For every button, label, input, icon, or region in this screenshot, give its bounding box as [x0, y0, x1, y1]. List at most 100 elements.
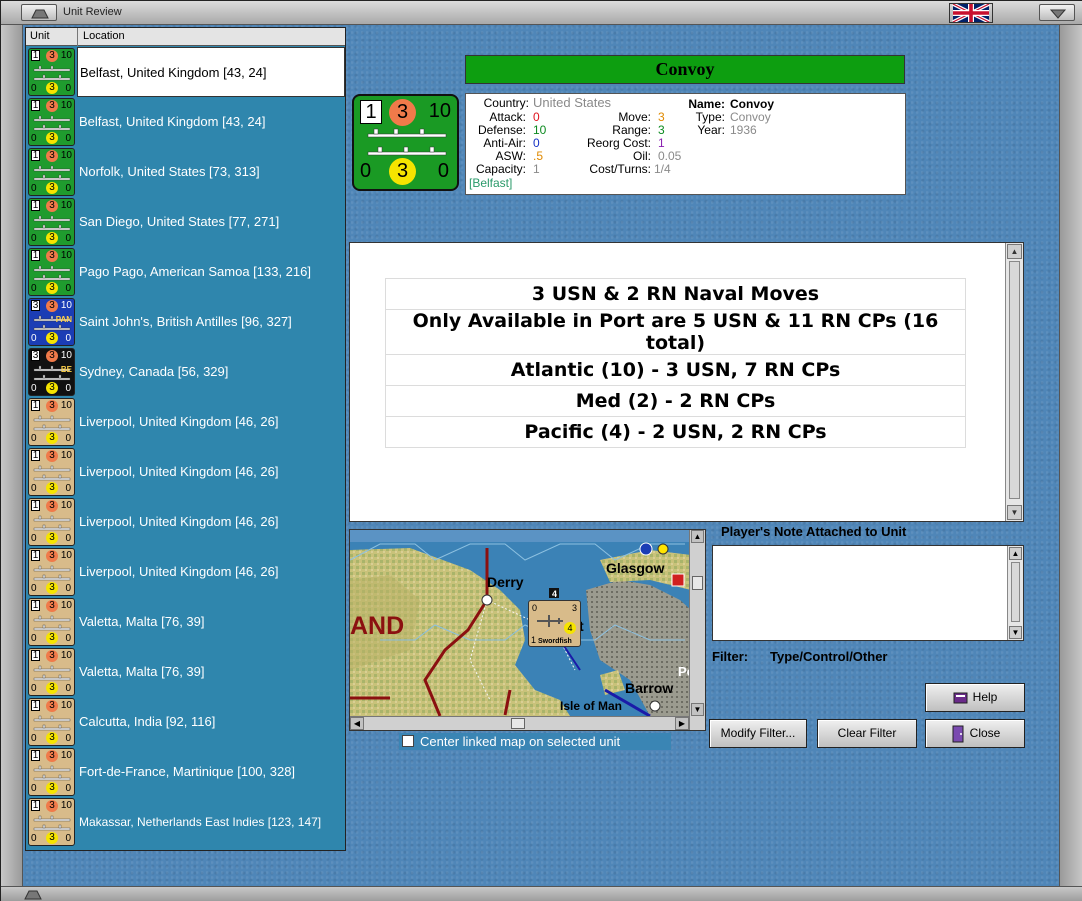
unit-location: Belfast, United Kingdom [43, 24]	[79, 114, 266, 129]
counter-value: 3	[46, 732, 58, 744]
map-unit-counter-swordfish[interactable]: 0 3 4 1 Swordfish	[528, 600, 581, 647]
counter-value: 3	[46, 300, 58, 312]
map-vertical-scrollbar[interactable]: ▲ ▼	[689, 530, 705, 730]
label-type: Type:	[695, 110, 725, 124]
checkbox-label[interactable]: Center linked map on selected unit	[420, 734, 620, 749]
unit-counter: 1 3 10 0 3 0	[28, 798, 75, 846]
unit-notes-panel[interactable]: 3 USN & 2 RN Naval Moves Only Available …	[349, 242, 1024, 522]
counter-value: 10	[60, 600, 72, 611]
counter-value: 1	[31, 250, 40, 261]
unit-list-row[interactable]: 1 3 10 0 3 0 Liverpool, United Kingdom [46, 26…	[26, 497, 345, 547]
modify-filter-button[interactable]: Modify Filter...	[709, 719, 807, 748]
help-button-label: Help	[972, 690, 998, 704]
ship-icon	[33, 465, 71, 481]
unit-list-row[interactable]: 1 3 10 0 3 0 Valetta, Malta [76, 39]	[26, 647, 345, 697]
clear-filter-button[interactable]: Clear Filter	[817, 719, 917, 748]
counter-value: 1	[31, 500, 40, 511]
counter-value: 0	[31, 233, 37, 244]
counter-value: 3	[46, 782, 58, 794]
unit-list-row[interactable]: 1 3 10 0 3 0 Liverpool, United Kingdom [46, 26…	[26, 397, 345, 447]
notes-scrollbar[interactable]: ▲ ▼	[1005, 243, 1023, 521]
counter-value: 0	[31, 683, 37, 694]
counter-value: 3	[46, 800, 58, 812]
counter-value: 3	[46, 400, 58, 412]
unit-list-row[interactable]: 1 3 10 0 3 0 Makassar, Netherlands East Indies…	[26, 797, 345, 847]
counter-value: 3	[46, 432, 58, 444]
player-note-field[interactable]: ▲ ▼	[712, 545, 1024, 641]
unit-list-row[interactable]: 3 3 10 PAN 0 3 0 Saint John's, British Antilles…	[26, 297, 345, 347]
unit-counter: 1 3 10 0 3 0	[28, 498, 75, 546]
system-menu-button[interactable]	[21, 4, 57, 21]
resize-grip-icon[interactable]	[23, 888, 43, 900]
unit-counter: 1 3 10 0 3 0	[28, 748, 75, 796]
unit-list-row[interactable]: 1 3 10 0 3 0 Valetta, Malta [76, 39]	[26, 597, 345, 647]
counter-value: 0	[31, 783, 37, 794]
counter-value: 0	[31, 833, 37, 844]
center-linked-map-checkbox[interactable]: Center linked map on selected unit	[399, 733, 671, 750]
map-label-derry: Derry	[487, 574, 524, 590]
window-title: Unit Review	[63, 6, 122, 18]
column-divider[interactable]	[77, 28, 78, 46]
unit-list-row[interactable]: 1 3 10 0 3 0 Calcutta, India [92, 116]	[26, 697, 345, 747]
counter-value: 0	[31, 633, 37, 644]
map-horizontal-scrollbar[interactable]: ◀ ▶	[350, 716, 689, 730]
counter-value: 0	[65, 283, 71, 294]
value-home-port: [Belfast]	[469, 176, 513, 190]
map-scroll-up[interactable]: ▲	[691, 530, 704, 543]
note-scroll-thumb[interactable]	[1011, 562, 1020, 622]
value-asw: .5	[533, 149, 544, 163]
minimize-button[interactable]	[1039, 4, 1075, 21]
map-scroll-down[interactable]: ▼	[691, 703, 704, 716]
unit-list-row[interactable]: 1 3 10 0 3 0 Belfast, United Kingdom [43, 24]	[26, 47, 345, 97]
counter-value: 3	[46, 132, 58, 144]
map-scroll-left[interactable]: ◀	[350, 717, 364, 730]
value-move: 3	[658, 110, 665, 124]
map-hscroll-thumb[interactable]	[511, 718, 525, 729]
counter-value: 1	[31, 800, 40, 811]
label-capacity: Capacity:	[475, 162, 526, 176]
scroll-down-button[interactable]: ▼	[1007, 505, 1022, 520]
unit-location: Belfast, United Kingdom [43, 24]	[77, 47, 345, 97]
map-vscroll-thumb[interactable]	[692, 576, 703, 590]
value-cost-turns: 1/4	[654, 162, 671, 176]
map-scroll-right[interactable]: ▶	[675, 717, 689, 730]
counter-value: 0	[65, 533, 71, 544]
unit-name-banner: Convoy	[465, 55, 905, 84]
label-reorg-cost: Reorg Cost:	[586, 136, 651, 150]
unit-location: Liverpool, United Kingdom [46, 26]	[79, 414, 279, 429]
column-header-unit[interactable]: Unit	[30, 30, 50, 42]
player-note-scrollbar[interactable]: ▲ ▼	[1007, 546, 1023, 640]
unit-list-row[interactable]: 1 3 10 0 3 0 Norfolk, United States [73, 313]	[26, 147, 345, 197]
column-header-location[interactable]: Location	[83, 30, 125, 42]
help-button[interactable]: Help	[925, 683, 1025, 712]
checkbox-box[interactable]	[402, 735, 414, 747]
counter-value: 0	[31, 83, 37, 94]
counter-value: 0	[31, 583, 37, 594]
counter-value: 3	[46, 150, 58, 162]
unit-list-row[interactable]: 1 3 10 0 3 0 Liverpool, United Kingdom [46, 26…	[26, 547, 345, 597]
counter-value: 0	[65, 183, 71, 194]
counter-value: 0	[65, 233, 71, 244]
unit-list-row[interactable]: 1 3 10 0 3 0 Fort-de-France, Martinique [100, …	[26, 747, 345, 797]
unit-list-row[interactable]: 1 3 10 0 3 0 Belfast, United Kingdom [43, 24]	[26, 97, 345, 147]
counter-value: 0	[31, 133, 37, 144]
unit-list[interactable]: Unit Location 1 3 10 0 3 0 Belfast, United Kin…	[25, 27, 346, 851]
unit-location: Fort-de-France, Martinique [100, 328]	[79, 764, 296, 779]
note-line: Pacific (4) - 2 USN, 2 RN CPs	[385, 416, 966, 448]
counter-value: 3	[46, 582, 58, 594]
counter-value: 0	[31, 483, 37, 494]
unit-list-row[interactable]: 1 3 10 0 3 0 Liverpool, United Kingdom [46, 26…	[26, 447, 345, 497]
linked-map[interactable]: Derry Glasgow AND Barrow Isle of Man Po …	[349, 529, 706, 731]
note-scroll-down[interactable]: ▼	[1009, 626, 1022, 639]
note-line: Only Available in Port are 5 USN & 11 RN…	[385, 309, 966, 355]
scroll-up-button[interactable]: ▲	[1007, 244, 1022, 259]
close-button[interactable]: Close	[925, 719, 1025, 748]
unit-list-row[interactable]: 1 3 10 0 3 0 San Diego, United States [77, 271…	[26, 197, 345, 247]
note-scroll-up[interactable]: ▲	[1009, 547, 1022, 560]
scroll-thumb[interactable]	[1009, 261, 1020, 499]
unit-list-row[interactable]: 3 3 10 BE 0 3 0 Sydney, Canada [56, 329]	[26, 347, 345, 397]
value-anti-air: 0	[533, 136, 540, 150]
label-defense: Defense:	[477, 123, 526, 137]
unit-list-row[interactable]: 1 3 10 0 3 0 Pago Pago, American Samoa [133, 2…	[26, 247, 345, 297]
label-year: Year:	[697, 123, 725, 137]
